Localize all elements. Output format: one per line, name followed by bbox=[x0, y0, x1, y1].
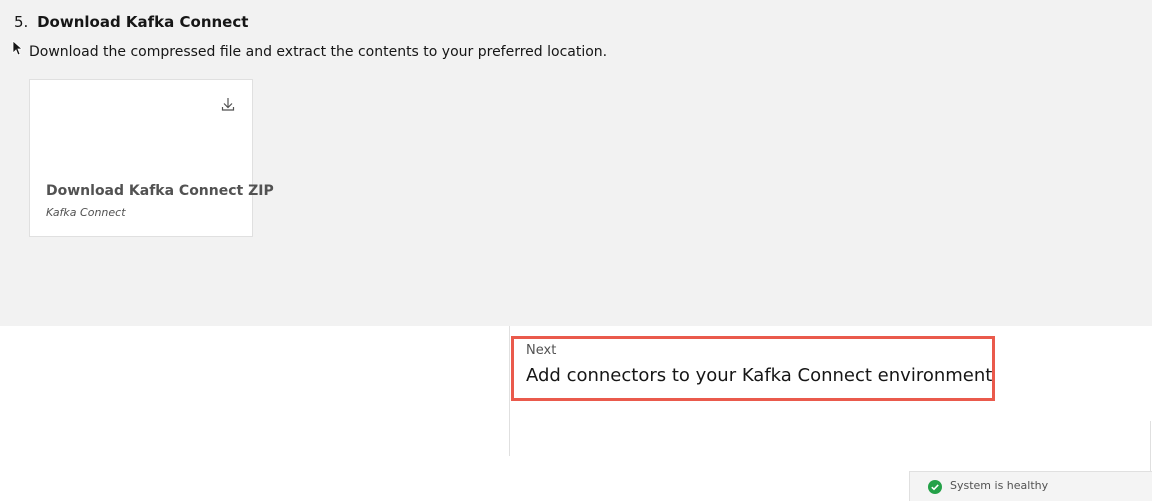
pagination-divider bbox=[509, 326, 510, 456]
next-label: Next bbox=[526, 343, 557, 358]
step-heading: 5. Download Kafka Connect bbox=[14, 12, 248, 32]
tile-subtitle: Kafka Connect bbox=[46, 206, 126, 219]
next-page-link[interactable]: Next Add connectors to your Kafka Connec… bbox=[511, 336, 995, 401]
next-page-title: Add connectors to your Kafka Connect env… bbox=[526, 365, 993, 386]
step-number: 5. bbox=[14, 13, 29, 31]
status-text: System is healthy bbox=[950, 479, 1049, 492]
checkmark-filled-icon bbox=[928, 480, 942, 494]
step-title: Download Kafka Connect bbox=[37, 13, 249, 31]
download-kafka-connect-tile[interactable]: Download Kafka Connect ZIP Kafka Connect bbox=[29, 79, 274, 237]
download-icon[interactable] bbox=[220, 96, 236, 112]
step-description: Download the compressed file and extract… bbox=[29, 44, 608, 60]
content-section: 5. Download Kafka Connect Download the c… bbox=[0, 0, 1152, 326]
mouse-cursor-icon bbox=[12, 40, 22, 56]
system-status-bar[interactable]: System is healthy bbox=[909, 471, 1152, 501]
right-divider bbox=[1150, 421, 1151, 471]
tile-title: Download Kafka Connect ZIP bbox=[46, 183, 274, 199]
page: 5. Download Kafka Connect Download the c… bbox=[0, 0, 1152, 501]
